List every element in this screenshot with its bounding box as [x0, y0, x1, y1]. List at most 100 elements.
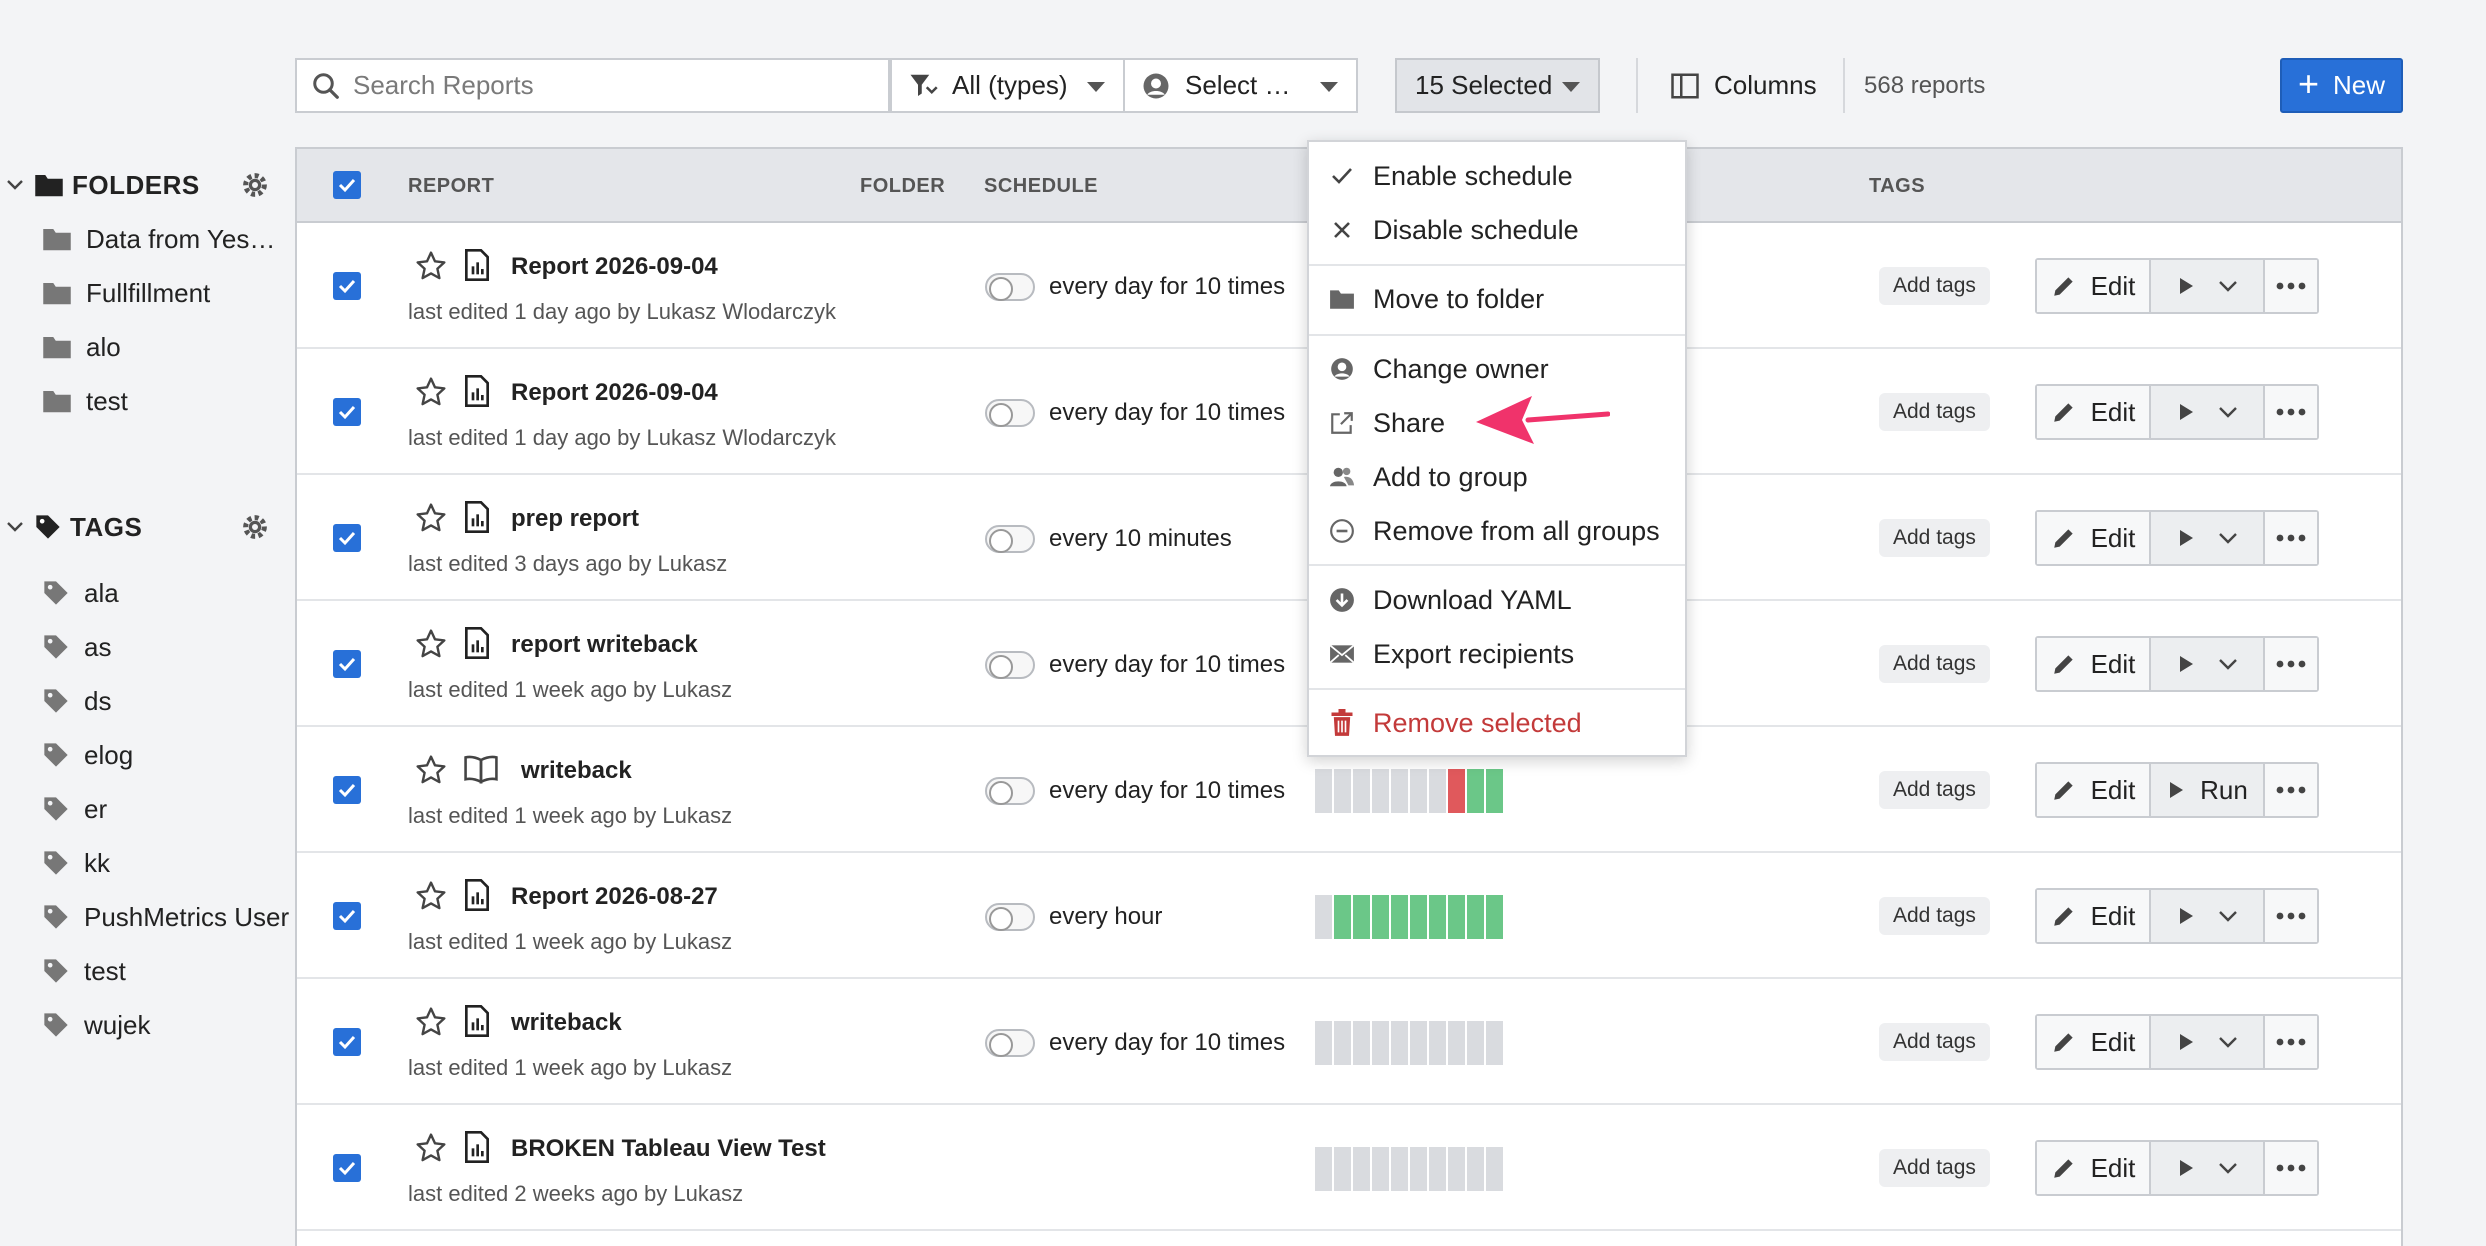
select-all-checkbox[interactable] [333, 171, 361, 199]
columns-button[interactable]: Columns [1670, 58, 1817, 113]
table-row[interactable]: Report 2026-08-27 last edited 1 week ago … [297, 853, 2401, 979]
search-field[interactable] [295, 58, 890, 113]
report-title-link[interactable]: Report 2026-09-04 [511, 253, 718, 281]
menu-item-download-yaml[interactable]: Download YAML [1309, 576, 1685, 622]
run-status-bar[interactable] [1410, 895, 1427, 939]
menu-item-move-to-folder[interactable]: Move to folder [1309, 275, 1685, 321]
run-status-bar[interactable] [1467, 1147, 1484, 1191]
run-status-bar[interactable] [1334, 769, 1351, 813]
run-status-bar[interactable] [1486, 1021, 1503, 1065]
chevron-down-icon[interactable] [6, 518, 24, 536]
owner-filter-dropdown[interactable]: Select … [1123, 58, 1358, 113]
sidebar-tag-item[interactable]: test [0, 944, 290, 998]
run-status-bar[interactable] [1448, 1021, 1465, 1065]
add-tags-button[interactable]: Add tags [1879, 1149, 1990, 1187]
row-checkbox[interactable] [333, 524, 361, 552]
report-title-link[interactable]: writeback [511, 1009, 622, 1037]
column-header-schedule[interactable]: SCHEDULE [984, 175, 1098, 198]
row-checkbox[interactable] [333, 1028, 361, 1056]
run-status-bar[interactable] [1486, 895, 1503, 939]
more-options-button[interactable] [2265, 638, 2317, 690]
menu-item-change-owner[interactable]: Change owner [1309, 345, 1685, 391]
sidebar-tag-item[interactable]: ala [0, 566, 290, 620]
star-icon[interactable] [415, 1132, 447, 1164]
add-tags-button[interactable]: Add tags [1879, 897, 1990, 935]
new-report-button[interactable]: + New [2280, 58, 2403, 113]
sidebar-tag-item[interactable]: PushMetrics User [0, 890, 290, 944]
sidebar-tag-item[interactable]: ds [0, 674, 290, 728]
run-status-bar[interactable] [1353, 1021, 1370, 1065]
schedule-toggle[interactable] [985, 1029, 1035, 1057]
run-status-bar[interactable] [1467, 895, 1484, 939]
run-status-bar[interactable] [1410, 1021, 1427, 1065]
more-options-button[interactable] [2265, 890, 2317, 942]
run-status-bar[interactable] [1353, 769, 1370, 813]
run-button[interactable] [2151, 638, 2265, 690]
more-options-button[interactable] [2265, 1142, 2317, 1194]
run-status-bar[interactable] [1315, 1021, 1332, 1065]
column-header-report[interactable]: REPORT [408, 175, 494, 198]
run-status-bar[interactable] [1410, 1147, 1427, 1191]
run-status-bar[interactable] [1448, 895, 1465, 939]
run-status-bar[interactable] [1429, 1147, 1446, 1191]
chevron-down-icon[interactable] [6, 176, 24, 194]
run-button[interactable] [2151, 260, 2265, 312]
run-status-bar[interactable] [1372, 769, 1389, 813]
run-status-bar[interactable] [1410, 769, 1427, 813]
edit-button[interactable]: Edit [2037, 764, 2151, 816]
tags-header[interactable]: TAGS [0, 502, 290, 552]
add-tags-button[interactable]: Add tags [1879, 771, 1990, 809]
run-status-bar[interactable] [1391, 1147, 1408, 1191]
chevron-down-icon[interactable] [2218, 531, 2238, 545]
run-status-bar[interactable] [1372, 895, 1389, 939]
sidebar-tag-item[interactable]: er [0, 782, 290, 836]
menu-item-enable-schedule[interactable]: Enable schedule [1309, 152, 1685, 198]
star-icon[interactable] [415, 754, 447, 786]
more-options-button[interactable] [2265, 764, 2317, 816]
folders-header[interactable]: FOLDERS [0, 160, 290, 210]
run-status-bar[interactable] [1429, 769, 1446, 813]
run-status-bar[interactable] [1353, 895, 1370, 939]
row-checkbox[interactable] [333, 398, 361, 426]
edit-button[interactable]: Edit [2037, 512, 2151, 564]
edit-button[interactable]: Edit [2037, 890, 2151, 942]
schedule-toggle[interactable] [985, 777, 1035, 805]
menu-item-disable-schedule[interactable]: Disable schedule [1309, 206, 1685, 252]
report-title-link[interactable]: prep report [511, 505, 639, 533]
run-button[interactable] [2151, 386, 2265, 438]
run-status-bar[interactable] [1315, 1147, 1332, 1191]
star-icon[interactable] [415, 250, 447, 282]
run-status-bar[interactable] [1372, 1021, 1389, 1065]
add-tags-button[interactable]: Add tags [1879, 519, 1990, 557]
report-title-link[interactable]: writeback [521, 757, 632, 785]
sidebar-folder-item[interactable]: Fullfillment [0, 266, 290, 320]
run-status-bar[interactable] [1315, 895, 1332, 939]
more-options-button[interactable] [2265, 260, 2317, 312]
edit-button[interactable]: Edit [2037, 1016, 2151, 1068]
report-title-link[interactable]: Report 2026-09-04 [511, 379, 718, 407]
run-button[interactable] [2151, 1142, 2265, 1194]
run-status-bar[interactable] [1429, 1021, 1446, 1065]
sidebar-tag-item[interactable]: kk [0, 836, 290, 890]
schedule-toggle[interactable] [985, 903, 1035, 931]
run-status-bar[interactable] [1391, 895, 1408, 939]
schedule-toggle[interactable] [985, 651, 1035, 679]
search-input[interactable] [353, 70, 873, 101]
run-status-bar[interactable] [1334, 895, 1351, 939]
star-icon[interactable] [415, 880, 447, 912]
chevron-down-icon[interactable] [2218, 1161, 2238, 1175]
more-options-button[interactable] [2265, 512, 2317, 564]
run-status-bar[interactable] [1448, 769, 1465, 813]
star-icon[interactable] [415, 1006, 447, 1038]
run-status-bar[interactable] [1315, 769, 1332, 813]
run-status-bar[interactable] [1467, 769, 1484, 813]
run-status-bar[interactable] [1486, 769, 1503, 813]
sidebar-tag-item[interactable]: wujek [0, 998, 290, 1052]
chevron-down-icon[interactable] [2218, 909, 2238, 923]
edit-button[interactable]: Edit [2037, 638, 2151, 690]
add-tags-button[interactable]: Add tags [1879, 393, 1990, 431]
star-icon[interactable] [415, 502, 447, 534]
chevron-down-icon[interactable] [2218, 279, 2238, 293]
add-tags-button[interactable]: Add tags [1879, 645, 1990, 683]
run-status-bar[interactable] [1334, 1021, 1351, 1065]
